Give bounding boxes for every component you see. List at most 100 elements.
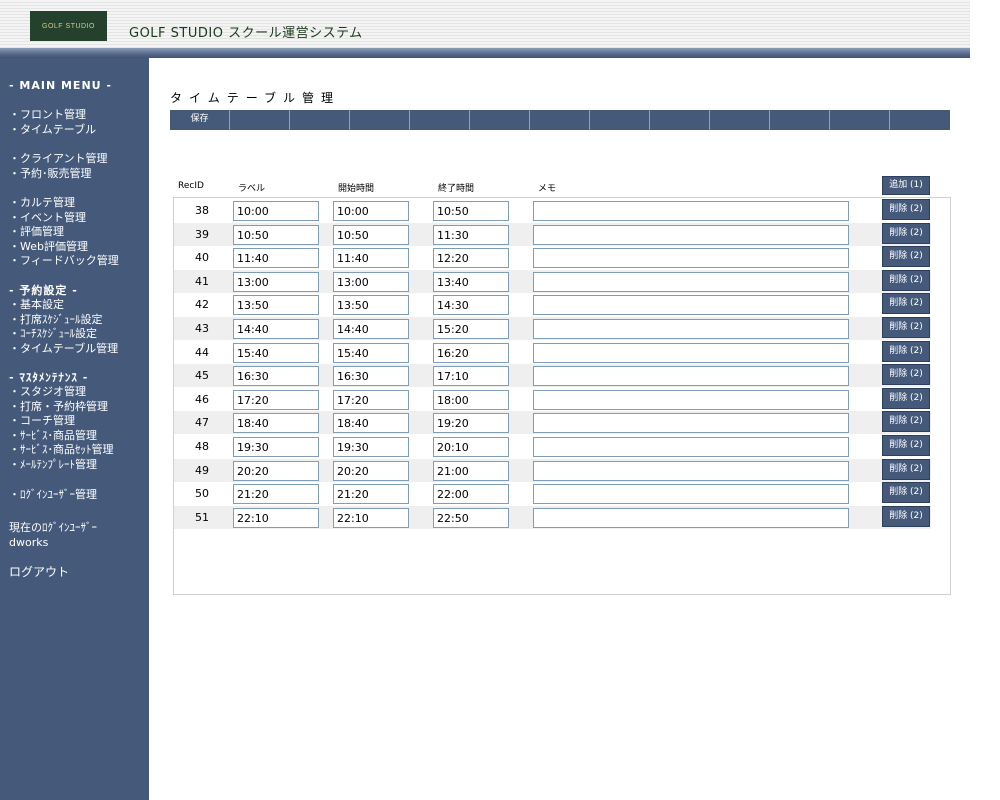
sidebar-item-karte[interactable]: ・カルテ管理 <box>9 196 119 211</box>
start-time-input[interactable] <box>333 343 409 363</box>
sidebar-item-web-evaluation[interactable]: ・Web評価管理 <box>9 240 119 255</box>
memo-input[interactable] <box>533 248 849 268</box>
delete-row-button[interactable]: 削除 (2) <box>882 506 930 527</box>
end-time-input[interactable] <box>433 319 509 339</box>
delete-row-button[interactable]: 削除 (2) <box>882 246 930 267</box>
end-time-input[interactable] <box>433 508 509 528</box>
memo-input[interactable] <box>533 225 849 245</box>
sidebar-item-event[interactable]: ・イベント管理 <box>9 211 119 226</box>
table-row: 40 <box>174 246 931 269</box>
start-time-input[interactable] <box>333 319 409 339</box>
memo-input[interactable] <box>533 319 849 339</box>
logout-link[interactable]: ログアウト <box>9 565 69 580</box>
end-time-input[interactable] <box>433 413 509 433</box>
label-input[interactable] <box>233 437 319 457</box>
label-input[interactable] <box>233 461 319 481</box>
end-time-input[interactable] <box>433 201 509 221</box>
memo-input[interactable] <box>533 437 849 457</box>
sidebar-item-login-user[interactable]: ・ﾛｸﾞｲﾝﾕｰｻﾞｰ管理 <box>9 488 97 503</box>
end-time-input[interactable] <box>433 343 509 363</box>
delete-row-button[interactable]: 削除 (2) <box>882 199 930 220</box>
start-time-input[interactable] <box>333 366 409 386</box>
label-input[interactable] <box>233 413 319 433</box>
end-time-input[interactable] <box>433 461 509 481</box>
label-input[interactable] <box>233 366 319 386</box>
start-time-input[interactable] <box>333 295 409 315</box>
label-input[interactable] <box>233 225 319 245</box>
delete-row-button[interactable]: 削除 (2) <box>882 388 930 409</box>
delete-row-button[interactable]: 削除 (2) <box>882 223 930 244</box>
memo-input[interactable] <box>533 461 849 481</box>
sidebar-item-feedback[interactable]: ・フィードバック管理 <box>9 254 119 269</box>
sidebar-item-basic-settings[interactable]: ・基本設定 <box>9 298 118 313</box>
add-row-button[interactable]: 追加 (1) <box>882 176 930 195</box>
sidebar-item-timetable-management[interactable]: ・タイムテーブル管理 <box>9 342 118 357</box>
label-input[interactable] <box>233 343 319 363</box>
end-time-input[interactable] <box>433 225 509 245</box>
label-input[interactable] <box>233 201 319 221</box>
sidebar-item-studio[interactable]: ・スタジオ管理 <box>9 385 114 400</box>
start-time-input[interactable] <box>333 437 409 457</box>
recid-cell: 44 <box>195 346 209 359</box>
start-time-input[interactable] <box>333 225 409 245</box>
main-menu-heading: - MAIN MENU - <box>9 79 112 92</box>
end-time-input[interactable] <box>433 484 509 504</box>
sidebar-item-coach[interactable]: ・コーチ管理 <box>9 414 114 429</box>
label-input[interactable] <box>233 272 319 292</box>
end-time-input[interactable] <box>433 366 509 386</box>
label-input[interactable] <box>233 484 319 504</box>
start-time-input[interactable] <box>333 390 409 410</box>
sidebar-item-bay-schedule[interactable]: ・打席ｽｹｼﾞｭｰﾙ設定 <box>9 313 118 328</box>
start-time-input[interactable] <box>333 508 409 528</box>
delete-row-button[interactable]: 削除 (2) <box>882 293 930 314</box>
sidebar-item-timetable[interactable]: ・タイムテーブル <box>9 123 96 138</box>
memo-input[interactable] <box>533 484 849 504</box>
sidebar-item-client[interactable]: ・クライアント管理 <box>9 152 108 167</box>
label-input[interactable] <box>233 319 319 339</box>
label-input[interactable] <box>233 248 319 268</box>
start-time-input[interactable] <box>333 272 409 292</box>
start-time-input[interactable] <box>333 248 409 268</box>
page-title: タイムテーブル管理 <box>170 91 341 105</box>
start-time-input[interactable] <box>333 484 409 504</box>
recid-cell: 46 <box>195 393 209 406</box>
memo-input[interactable] <box>533 201 849 221</box>
sidebar-item-evaluation[interactable]: ・評価管理 <box>9 225 119 240</box>
delete-row-button[interactable]: 削除 (2) <box>882 270 930 291</box>
delete-row-button[interactable]: 削除 (2) <box>882 364 930 385</box>
delete-row-button[interactable]: 削除 (2) <box>882 459 930 480</box>
sidebar-item-front[interactable]: ・フロント管理 <box>9 108 96 123</box>
memo-input[interactable] <box>533 295 849 315</box>
sidebar-item-bay-slots[interactable]: ・打席・予約枠管理 <box>9 400 114 415</box>
label-input[interactable] <box>233 295 319 315</box>
recid-cell: 47 <box>195 416 209 429</box>
label-input[interactable] <box>233 508 319 528</box>
memo-input[interactable] <box>533 343 849 363</box>
end-time-input[interactable] <box>433 248 509 268</box>
memo-input[interactable] <box>533 272 849 292</box>
delete-row-button[interactable]: 削除 (2) <box>882 482 930 503</box>
end-time-input[interactable] <box>433 272 509 292</box>
end-time-input[interactable] <box>433 390 509 410</box>
memo-input[interactable] <box>533 413 849 433</box>
sidebar-item-reservation-sales[interactable]: ・予約･販売管理 <box>9 167 108 182</box>
delete-row-button[interactable]: 削除 (2) <box>882 435 930 456</box>
delete-row-button[interactable]: 削除 (2) <box>882 411 930 432</box>
start-time-input[interactable] <box>333 461 409 481</box>
sidebar-item-mail-template[interactable]: ・ﾒｰﾙﾃﾝﾌﾟﾚｰﾄ管理 <box>9 458 114 473</box>
start-time-input[interactable] <box>333 413 409 433</box>
end-time-input[interactable] <box>433 295 509 315</box>
start-time-input[interactable] <box>333 201 409 221</box>
memo-input[interactable] <box>533 508 849 528</box>
delete-row-button[interactable]: 削除 (2) <box>882 317 930 338</box>
label-input[interactable] <box>233 390 319 410</box>
end-time-input[interactable] <box>433 437 509 457</box>
sidebar-item-service-product-set[interactable]: ・ｻｰﾋﾞｽ･商品ｾｯﾄ管理 <box>9 443 114 458</box>
delete-row-button[interactable]: 削除 (2) <box>882 341 930 362</box>
memo-input[interactable] <box>533 390 849 410</box>
save-button[interactable]: 保存 <box>170 110 230 130</box>
memo-input[interactable] <box>533 366 849 386</box>
sidebar-item-service-product[interactable]: ・ｻｰﾋﾞｽ･商品管理 <box>9 429 114 444</box>
recid-cell: 45 <box>195 369 209 382</box>
sidebar-item-coach-schedule[interactable]: ・ｺｰﾁｽｹｼﾞｭｰﾙ設定 <box>9 327 118 342</box>
